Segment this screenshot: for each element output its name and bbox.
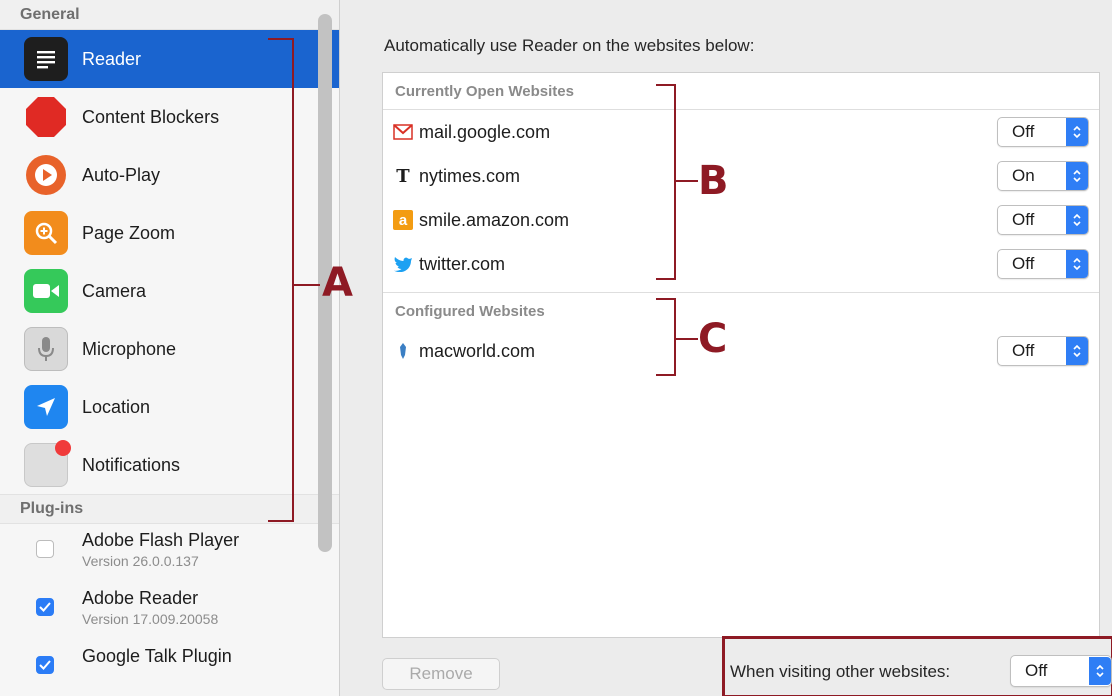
sidebar-item-label: Microphone: [82, 338, 177, 359]
plugin-version: Version 26.0.0.137: [82, 553, 199, 569]
twitter-icon: [393, 254, 413, 274]
sidebar-item-label: Notifications: [82, 454, 181, 475]
popup-value: Off: [1012, 254, 1035, 273]
amazon-icon: a: [393, 210, 413, 230]
plugin-checkbox[interactable]: [36, 598, 54, 616]
stop-sign-icon: [24, 95, 68, 139]
general-section-header: General: [0, 0, 339, 30]
sidebar-item-label: Page Zoom: [82, 222, 176, 243]
plugin-name: Google Talk Plugin: [82, 646, 232, 666]
annotation-bracket-a: [268, 38, 294, 522]
sidebar-item-label: Reader: [82, 48, 142, 69]
reader-icon: [24, 37, 68, 81]
annotation-bracket-c: [656, 298, 676, 376]
up-down-chevron-icon: [1066, 250, 1088, 278]
site-row-mail-google: mail.google.com Off: [383, 110, 1099, 154]
site-domain: smile.amazon.com: [419, 209, 570, 230]
popup-value: On: [1012, 166, 1035, 185]
annotation-tick-a: [294, 284, 320, 286]
sidebar-item-label: Camera: [82, 280, 147, 301]
site-domain: macworld.com: [419, 340, 536, 361]
site-row-nytimes: T nytimes.com On: [383, 154, 1099, 198]
checkmark-icon: [39, 660, 51, 670]
nytimes-icon: T: [396, 165, 410, 187]
up-down-chevron-icon: [1066, 162, 1088, 190]
popup-value: Off: [1012, 210, 1035, 229]
plugin-item-google-talk-plugin[interactable]: Google Talk Plugin: [0, 640, 339, 696]
microphone-icon: [24, 327, 68, 371]
up-down-chevron-icon: [1066, 337, 1088, 365]
site-domain: twitter.com: [419, 253, 506, 274]
up-down-chevron-icon: [1066, 118, 1088, 146]
site-row-smile-amazon: a smile.amazon.com Off: [383, 198, 1099, 242]
plugin-item-adobe-flash-player[interactable]: Adobe Flash Player Version 26.0.0.137: [0, 524, 339, 582]
location-arrow-icon: [24, 385, 68, 429]
macworld-icon: [393, 341, 413, 361]
plugin-checkbox[interactable]: [36, 656, 54, 674]
annotation-bracket-b: [656, 84, 676, 280]
sidebar-item-label: Content Blockers: [82, 106, 220, 127]
zoom-icon: [24, 211, 68, 255]
annotation-tick-b: [676, 180, 698, 182]
plugin-version: Version 17.009.20058: [82, 611, 219, 627]
plugin-item-adobe-reader[interactable]: Adobe Reader Version 17.009.20058: [0, 582, 339, 640]
site-reader-popup[interactable]: Off: [997, 249, 1089, 279]
gmail-icon: [393, 122, 413, 142]
annotation-letter-a: A: [322, 260, 353, 306]
up-down-chevron-icon: [1089, 657, 1111, 685]
annotation-tick-c: [676, 338, 698, 340]
reader-prompt: Automatically use Reader on the websites…: [384, 36, 755, 55]
plugin-name: Adobe Flash Player: [82, 530, 240, 550]
group-header-currently-open: Currently Open Websites: [395, 82, 574, 100]
camera-icon: [24, 269, 68, 313]
site-domain: mail.google.com: [419, 121, 551, 142]
checkmark-icon: [39, 602, 51, 612]
plugin-checkbox[interactable]: [36, 540, 54, 558]
group-header-configured: Configured Websites: [395, 302, 545, 320]
sidebar-item-label: Auto-Play: [82, 164, 161, 185]
annotation-letter-c: C: [698, 316, 728, 362]
other-websites-label: When visiting other websites:: [730, 662, 951, 681]
notifications-icon: [24, 440, 71, 487]
popup-value: Off: [1012, 122, 1035, 141]
other-websites-popup[interactable]: Off: [1010, 655, 1112, 687]
sidebar-item-label: Location: [82, 396, 151, 417]
site-domain: nytimes.com: [419, 165, 521, 186]
site-reader-popup[interactable]: Off: [997, 205, 1089, 235]
site-row-macworld: macworld.com Off: [383, 329, 1099, 373]
play-icon: [24, 153, 68, 197]
site-reader-popup[interactable]: On: [997, 161, 1089, 191]
plugin-name: Adobe Reader: [82, 588, 199, 608]
popup-value: Off: [1012, 341, 1035, 360]
notification-badge-icon: [55, 440, 71, 456]
website-list: Currently Open Websites mail.google.com …: [382, 72, 1100, 638]
site-reader-popup[interactable]: Off: [997, 336, 1089, 366]
site-reader-popup[interactable]: Off: [997, 117, 1089, 147]
site-row-twitter: twitter.com Off: [383, 242, 1099, 286]
popup-value: Off: [1025, 661, 1048, 680]
remove-button[interactable]: Remove: [382, 658, 500, 690]
up-down-chevron-icon: [1066, 206, 1088, 234]
annotation-letter-b: B: [698, 158, 729, 204]
